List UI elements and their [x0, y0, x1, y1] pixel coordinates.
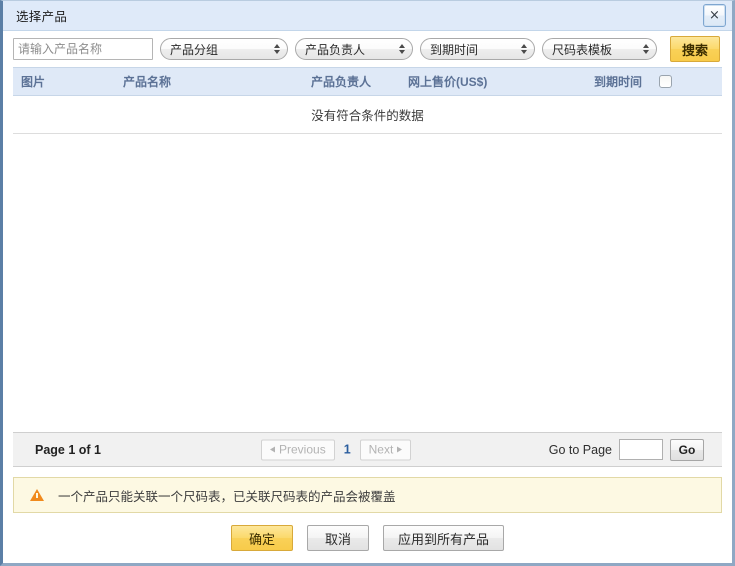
cancel-button[interactable]: 取消: [306, 525, 369, 551]
table-body-area: [13, 134, 722, 432]
page-number-1[interactable]: 1: [341, 443, 354, 457]
product-name-search-input[interactable]: [13, 38, 153, 60]
warning-notice-text: 一个产品只能关联一个尺码表，已关联尺码表的产品会被覆盖: [58, 489, 396, 504]
column-header-price: 网上售价(US$): [408, 75, 488, 89]
chevron-updown-icon: [399, 44, 405, 54]
search-toolbar: 产品分组 产品负责人 到期时间 尺码表模板 搜索: [3, 31, 732, 67]
dialog-footer: 确定 取消 应用到所有产品: [3, 513, 732, 563]
next-page-label: Next: [368, 442, 394, 457]
pagination-bar: Page 1 of 1 Previous 1 Next Go to Page G…: [13, 432, 722, 467]
previous-page-label: Previous: [279, 442, 326, 457]
dialog-body: 产品分组 产品负责人 到期时间 尺码表模板 搜索 图片: [3, 31, 732, 563]
apply-to-all-products-button[interactable]: 应用到所有产品: [382, 525, 504, 551]
filter-product-owner-label: 产品负责人: [305, 42, 366, 57]
confirm-button-label: 确定: [248, 531, 275, 547]
goto-page-group: Go to Page Go: [548, 438, 704, 461]
warning-notice: 一个产品只能关联一个尺码表，已关联尺码表的产品会被覆盖: [13, 477, 722, 513]
go-button[interactable]: Go: [670, 438, 704, 461]
cancel-button-label: 取消: [324, 531, 351, 547]
filter-expire-time-label: 到期时间: [430, 42, 479, 57]
table-empty-row: 没有符合条件的数据: [13, 96, 722, 134]
chevron-updown-icon: [274, 44, 280, 54]
table-empty-message: 没有符合条件的数据: [311, 109, 424, 123]
chevron-right-icon: [397, 446, 403, 453]
search-button[interactable]: 搜索: [670, 36, 720, 62]
select-all-checkbox-cell: [659, 75, 672, 88]
filter-size-chart-template[interactable]: 尺码表模板: [542, 38, 657, 60]
goto-page-label: Go to Page: [548, 442, 612, 457]
product-table: 图片 产品名称 产品负责人 网上售价(US$) 到期时间 没有符合条件的数据: [13, 67, 722, 432]
dialog-title: 选择产品: [16, 10, 68, 24]
pagination-controls: Previous 1 Next: [261, 439, 412, 460]
page-status-label: Page 1 of 1: [35, 442, 101, 457]
search-button-label: 搜索: [681, 42, 708, 58]
filter-size-chart-template-label: 尺码表模板: [552, 42, 613, 57]
dialog-titlebar: 选择产品 ×: [3, 1, 732, 31]
confirm-button[interactable]: 确定: [230, 525, 293, 551]
chevron-updown-icon: [643, 44, 649, 54]
column-header-expire: 到期时间: [594, 75, 643, 89]
column-header-name: 产品名称: [123, 75, 172, 89]
table-header-row: 图片 产品名称 产品负责人 网上售价(US$) 到期时间: [13, 67, 722, 96]
warning-triangle-icon: [30, 489, 44, 501]
close-icon: ×: [709, 8, 720, 23]
apply-to-all-products-label: 应用到所有产品: [397, 531, 489, 547]
filter-product-owner[interactable]: 产品负责人: [295, 38, 413, 60]
filter-product-group[interactable]: 产品分组: [160, 38, 288, 60]
chevron-updown-icon: [521, 44, 527, 54]
filter-product-group-label: 产品分组: [170, 42, 219, 57]
filter-expire-time[interactable]: 到期时间: [420, 38, 535, 60]
select-all-checkbox[interactable]: [659, 75, 672, 88]
go-button-label: Go: [678, 442, 696, 457]
goto-page-input[interactable]: [619, 439, 663, 460]
select-product-dialog: 选择产品 × 产品分组 产品负责人 到期时间 尺码表模板: [0, 0, 735, 566]
column-header-owner: 产品负责人: [311, 75, 372, 89]
close-button[interactable]: ×: [703, 4, 726, 27]
previous-page-button[interactable]: Previous: [261, 439, 335, 460]
next-page-button[interactable]: Next: [359, 439, 412, 460]
column-header-image: 图片: [21, 75, 46, 89]
chevron-left-icon: [270, 446, 275, 453]
